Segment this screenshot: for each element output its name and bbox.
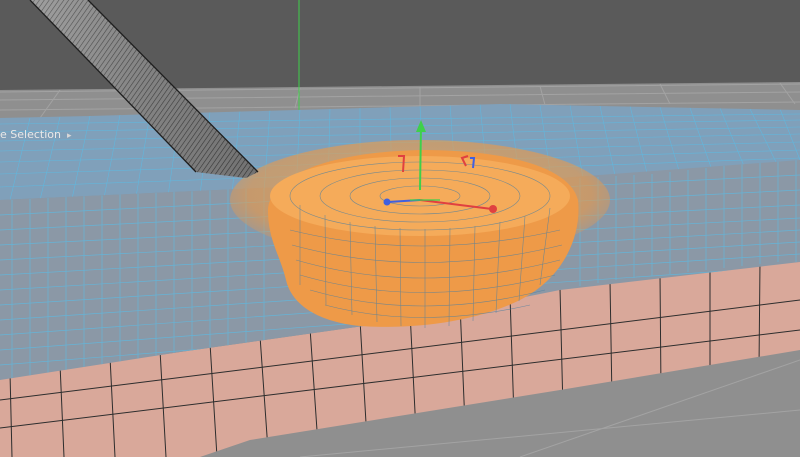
3d-viewport[interactable]: e Selection ▸ [0, 0, 800, 457]
gizmo-z-handle-icon[interactable] [383, 198, 391, 206]
soft-selection-label-text[interactable]: e Selection [0, 128, 61, 141]
expand-arrow-icon[interactable]: ▸ [67, 131, 72, 141]
gizmo-y-axis[interactable] [419, 125, 422, 191]
gizmo-x-handle-icon[interactable] [489, 205, 497, 213]
soft-selection-label[interactable]: e Selection ▸ [0, 128, 72, 142]
